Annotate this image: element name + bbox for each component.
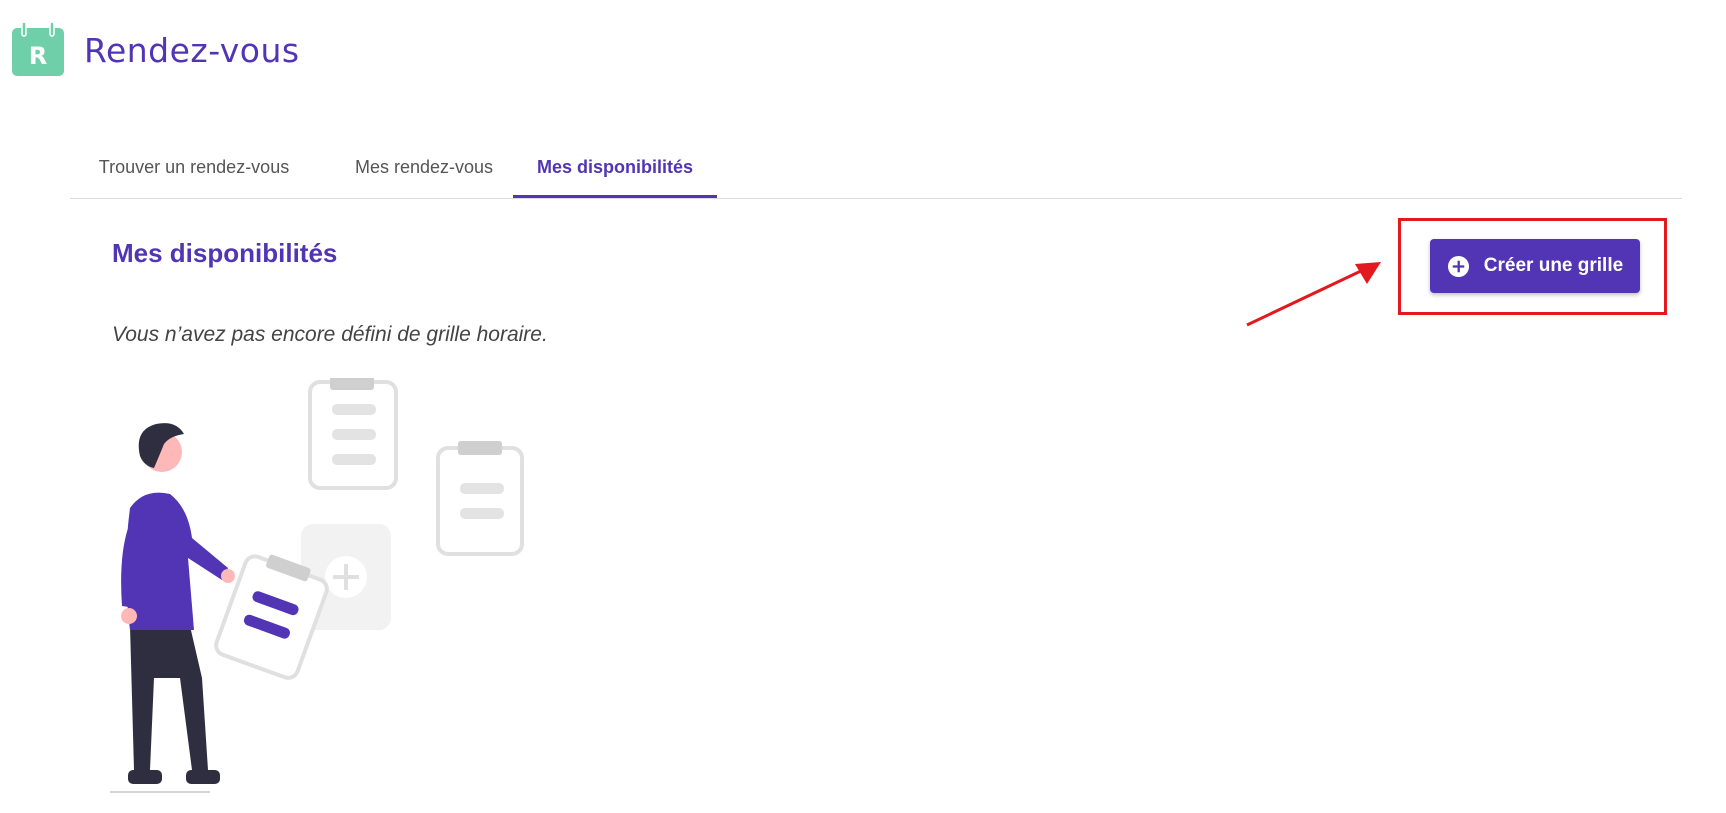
empty-state-message: Vous n’avez pas encore défini de grille …: [112, 323, 548, 346]
tab-mes-rendez-vous[interactable]: Mes rendez-vous: [318, 137, 530, 197]
clipboard-icon: [308, 378, 398, 490]
logo-letter: R: [29, 42, 47, 70]
annotation-arrow-icon: [1246, 262, 1381, 327]
person-with-clipboards-illustration: [110, 378, 524, 793]
tab-mes-disponibilites[interactable]: Mes disponibilités: [513, 137, 717, 197]
create-grid-button[interactable]: Créer une grille: [1430, 239, 1640, 293]
tab-trouver-un-rendez-vous[interactable]: Trouver un rendez-vous: [70, 137, 318, 197]
plus-circle-icon: [1447, 255, 1469, 277]
active-tab-indicator: [513, 195, 717, 198]
section-title: Mes disponibilités: [112, 238, 338, 268]
calendar-logo-icon[interactable]: R: [12, 22, 64, 78]
create-grid-label: Créer une grille: [1483, 255, 1624, 276]
page: R Rendez-vous Trouver un rendez-vous Mes…: [0, 0, 1726, 813]
person-figure: [110, 423, 235, 793]
app-title[interactable]: Rendez-vous: [84, 31, 300, 70]
clipboard-icon: [436, 441, 524, 556]
app-header: R Rendez-vous: [12, 22, 300, 78]
tab-bar: Trouver un rendez-vous Mes rendez-vous M…: [70, 137, 1682, 199]
